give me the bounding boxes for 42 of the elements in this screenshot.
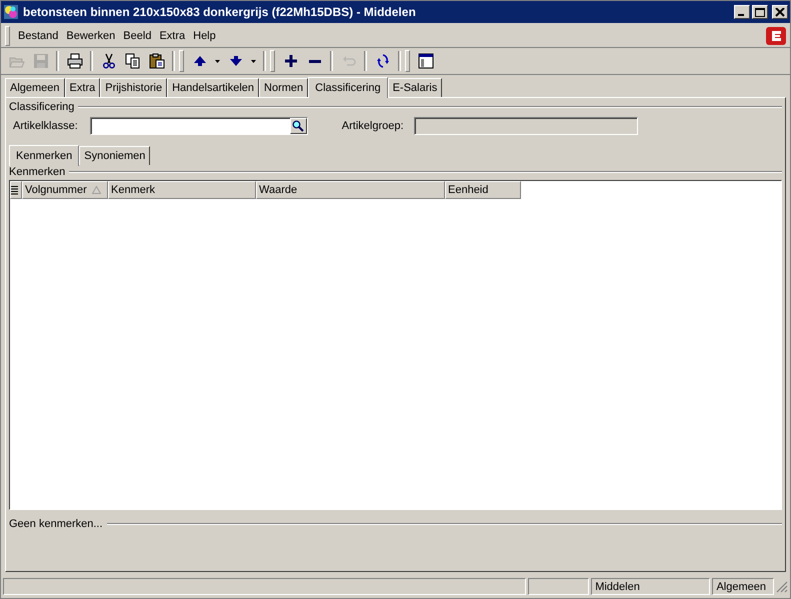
maximize-button[interactable] — [752, 5, 768, 19]
logo-icon — [766, 27, 786, 45]
minimize-button[interactable] — [734, 5, 750, 19]
tab[interactable]: Algemeen — [5, 78, 65, 97]
status-panel: Algemeen — [712, 578, 774, 595]
app-icon — [3, 4, 19, 20]
tab[interactable]: Normen — [259, 78, 308, 97]
menu-item[interactable]: Help — [189, 30, 220, 42]
list-icon — [11, 184, 18, 196]
column-header[interactable]: Eenheid — [445, 181, 521, 199]
menu-item[interactable]: Beeld — [119, 30, 156, 42]
tab[interactable]: Prijshistorie — [100, 78, 168, 97]
menu-item[interactable]: Bestand — [14, 30, 62, 42]
column-header[interactable]: Waarde — [256, 181, 445, 199]
group-heading: Classificering — [9, 101, 74, 113]
menu-item[interactable]: Bewerken — [62, 30, 120, 42]
tab[interactable]: Classificering — [308, 77, 388, 98]
maximize-icon — [755, 8, 765, 16]
search-button[interactable] — [290, 118, 307, 134]
status-panel — [528, 578, 590, 595]
field-label: Artikelgroep: — [342, 120, 404, 132]
sort-icon — [92, 186, 101, 194]
minimize-icon — [738, 14, 744, 16]
close-icon — [775, 8, 785, 16]
column-header[interactable]: Kenmerk — [108, 181, 256, 199]
close-button[interactable] — [772, 5, 788, 19]
tab[interactable]: E-Salaris — [388, 78, 442, 97]
tab[interactable]: Synoniemen — [79, 146, 150, 165]
menu-item[interactable]: Extra — [155, 30, 190, 42]
tab[interactable]: Extra — [64, 78, 100, 97]
tab[interactable]: Kenmerken — [9, 145, 80, 166]
window-title: betonsteen binnen 210x150x83 donkergrijs (f22Mh15DBS) - Middelen — [23, 5, 417, 19]
column-chooser-button[interactable] — [10, 181, 22, 199]
field-label: Artikelklasse: — [13, 120, 78, 132]
tab[interactable]: Handelsartikelen — [167, 78, 260, 97]
search-icon — [292, 120, 304, 132]
column-header[interactable]: Volgnummer — [22, 181, 108, 199]
status-text: Geen kenmerken... — [9, 518, 103, 530]
resize-grip-icon[interactable] — [776, 580, 788, 592]
status-panel: Middelen — [591, 578, 710, 595]
input-field[interactable] — [90, 117, 308, 135]
group-heading: Kenmerken — [9, 166, 66, 178]
